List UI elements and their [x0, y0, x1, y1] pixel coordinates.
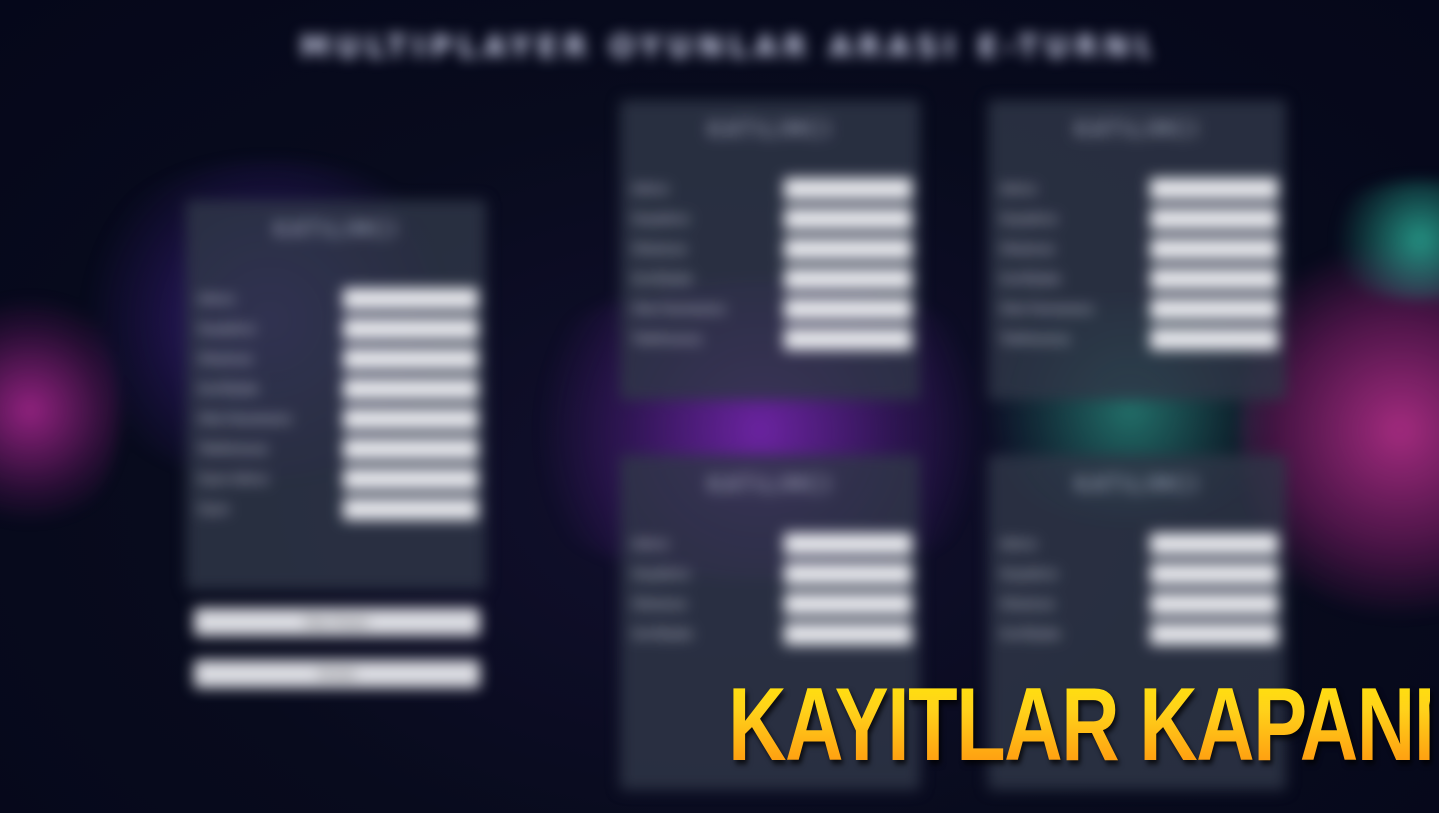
- field-label: Telefonunuz: [1000, 331, 1071, 346]
- registration-closed-screen: MULTIPLAYER OYUNLAR ARASI E-TURNUVA KATI…: [0, 0, 1439, 813]
- school-number-field[interactable]: [343, 408, 478, 430]
- panel-title: KATILIMCI: [273, 218, 399, 243]
- field-row: Sınıf/Şube: [1000, 268, 1278, 292]
- form-panel-member: KATILIMCI Adınız Soyadınız Okulunuz Sını…: [620, 100, 920, 400]
- field-label: Okulunuz: [1000, 241, 1055, 256]
- field-label: Sınıf/Şube: [1000, 271, 1061, 286]
- phone-field[interactable]: [784, 328, 912, 350]
- name-field[interactable]: [784, 533, 912, 555]
- field-row: Adınız: [198, 288, 478, 312]
- name-field[interactable]: [1150, 533, 1278, 555]
- field-row: Oyun Adınız: [198, 468, 478, 492]
- field-label: Okulunuz: [198, 351, 253, 366]
- field-label: Sınıf/Şube: [198, 381, 259, 396]
- field-label: Sınıf/Şube: [1000, 626, 1061, 641]
- field-row: Soyadınız: [632, 563, 912, 587]
- field-label: Okul Numaranız: [632, 301, 726, 316]
- field-row: Okul Numaranız: [198, 408, 478, 432]
- field-row: Sınıf/Şube: [1000, 623, 1278, 647]
- field-label: Soyadınız: [198, 321, 256, 336]
- surname-field[interactable]: [343, 318, 478, 340]
- name-field[interactable]: [343, 288, 478, 310]
- field-row: Oyun: [198, 498, 478, 522]
- field-label: Okul Numaranız: [198, 411, 292, 426]
- field-label: Oyun: [198, 501, 230, 516]
- field-row: Okul Numaranız: [632, 298, 912, 322]
- game-field[interactable]: [343, 498, 478, 520]
- school-field[interactable]: [784, 238, 912, 260]
- field-label: Okulunuz: [632, 596, 687, 611]
- surname-field[interactable]: [1150, 563, 1278, 585]
- field-label: Sınıf/Şube: [632, 271, 693, 286]
- field-row: Okulunuz: [1000, 238, 1278, 262]
- name-field[interactable]: [784, 178, 912, 200]
- field-row: Sınıf/Şube: [632, 623, 912, 647]
- surname-field[interactable]: [1150, 208, 1278, 230]
- school-field[interactable]: [343, 348, 478, 370]
- field-label: Adınız: [1000, 181, 1037, 196]
- class-field[interactable]: [784, 623, 912, 645]
- school-number-field[interactable]: [1150, 298, 1278, 320]
- class-field[interactable]: [1150, 623, 1278, 645]
- surname-field[interactable]: [784, 563, 912, 585]
- field-label: Telefonunuz: [632, 331, 703, 346]
- field-row: Soyadınız: [198, 318, 478, 342]
- field-label: Soyadınız: [1000, 566, 1058, 581]
- class-field[interactable]: [343, 378, 478, 400]
- field-row: Soyadınız: [1000, 563, 1278, 587]
- field-row: Okulunuz: [632, 238, 912, 262]
- form-panel-main: KATILIMCI Adınız Soyadınız Okulunuz Sını…: [186, 200, 486, 590]
- field-label: Soyadınız: [632, 566, 690, 581]
- create-team-button[interactable]: Ekip Oluştur: [194, 608, 480, 636]
- class-field[interactable]: [784, 268, 912, 290]
- panel-title: KATILIMCI: [1074, 118, 1200, 143]
- panel-title: KATILIMCI: [707, 473, 833, 498]
- field-label: Adınız: [198, 291, 235, 306]
- school-field[interactable]: [784, 593, 912, 615]
- field-row: Telefonunuz: [632, 328, 912, 352]
- field-label: Telefonunuz: [198, 441, 269, 456]
- field-label: Adınız: [1000, 536, 1037, 551]
- field-label: Soyadınız: [632, 211, 690, 226]
- field-row: Okulunuz: [198, 348, 478, 372]
- field-row: Adınız: [1000, 178, 1278, 202]
- field-label: Soyadınız: [1000, 211, 1058, 226]
- field-row: Sınıf/Şube: [198, 378, 478, 402]
- field-row: Okulunuz: [1000, 593, 1278, 617]
- page-heading: MULTIPLAYER OYUNLAR ARASI E-TURNUVA: [300, 30, 1150, 65]
- registration-closed-banner: KAYITLAR KAPANMIŞTIR: [728, 650, 1439, 800]
- game-name-field[interactable]: [343, 468, 478, 490]
- field-label: Okulunuz: [1000, 596, 1055, 611]
- school-field[interactable]: [1150, 593, 1278, 615]
- form-panel-member: KATILIMCI Adınız Soyadınız Okulunuz Sını…: [988, 100, 1286, 400]
- field-label: Adınız: [632, 181, 669, 196]
- field-row: Adınız: [632, 178, 912, 202]
- field-row: Soyadınız: [1000, 208, 1278, 232]
- phone-field[interactable]: [1150, 328, 1278, 350]
- field-row: Telefonunuz: [1000, 328, 1278, 352]
- school-field[interactable]: [1150, 238, 1278, 260]
- field-label: Adınız: [632, 536, 669, 551]
- surname-field[interactable]: [784, 208, 912, 230]
- field-row: Telefonunuz: [198, 438, 478, 462]
- phone-field[interactable]: [343, 438, 478, 460]
- field-row: Adınız: [632, 533, 912, 557]
- class-field[interactable]: [1150, 268, 1278, 290]
- school-number-field[interactable]: [784, 298, 912, 320]
- field-row: Okul Numaranız: [1000, 298, 1278, 322]
- field-row: Soyadınız: [632, 208, 912, 232]
- field-label: Oyun Adınız: [198, 471, 269, 486]
- panel-title: KATILIMCI: [1074, 473, 1200, 498]
- field-label: Okulunuz: [632, 241, 687, 256]
- field-label: Okul Numaranız: [1000, 301, 1094, 316]
- field-row: Adınız: [1000, 533, 1278, 557]
- field-row: Okulunuz: [632, 593, 912, 617]
- panel-title: KATILIMCI: [707, 118, 833, 143]
- field-row: Sınıf/Şube: [632, 268, 912, 292]
- field-label: Sınıf/Şube: [632, 626, 693, 641]
- submit-button[interactable]: Gönder: [194, 660, 480, 688]
- name-field[interactable]: [1150, 178, 1278, 200]
